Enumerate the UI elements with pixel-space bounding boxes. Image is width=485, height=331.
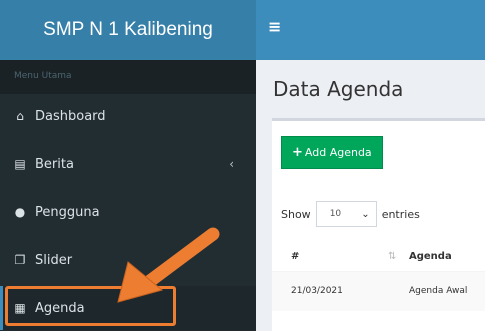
column-header-agenda[interactable]: Agenda	[409, 251, 452, 262]
entries-select[interactable]: 10 ⌄	[315, 201, 377, 227]
sidebar-item-label: Pengguna	[35, 204, 100, 220]
plus-icon: +	[292, 145, 303, 160]
entries-value: 10	[329, 209, 342, 219]
sidebar-header: Menu Utama	[0, 60, 256, 94]
chevron-left-icon: ‹	[229, 157, 234, 171]
page-title: Data Agenda	[273, 77, 404, 101]
newspaper-icon: ▤	[14, 157, 26, 171]
data-box: + Add Agenda Show 10 ⌄ entries # ⇅ Agend…	[272, 118, 485, 331]
sidebar-item-label: Slider	[35, 252, 73, 268]
content-header: Data Agenda	[256, 60, 485, 115]
app-brand[interactable]: SMP N 1 Kalibening	[0, 0, 256, 60]
add-agenda-button[interactable]: + Add Agenda	[281, 136, 383, 169]
sidebar-item-label: Berita	[35, 156, 74, 172]
cell-date: 21/03/2021	[291, 286, 343, 296]
column-header-number[interactable]: #	[291, 251, 299, 262]
sort-icon[interactable]: ⇅	[388, 251, 396, 262]
cell-agenda: Agenda Awal	[409, 286, 468, 296]
sidebar-item-berita[interactable]: ▤ Berita ‹	[0, 142, 256, 186]
highlight-annotation-box	[5, 286, 176, 326]
sidebar-item-dashboard[interactable]: ⌂ Dashboard	[0, 94, 256, 138]
chevron-down-icon: ⌄	[361, 208, 370, 220]
entries-label: entries	[381, 207, 420, 221]
sidebar-item-slider[interactable]: ❐ Slider	[0, 238, 256, 282]
top-navbar: ≡	[256, 0, 485, 60]
sidebar-item-pengguna[interactable]: ● Pengguna	[0, 190, 256, 234]
table-row: 21/03/2021 Agenda Awal	[272, 271, 485, 311]
brand-title: SMP N 1 Kalibening	[43, 19, 213, 40]
users-icon: ●	[14, 205, 26, 219]
add-agenda-label: Add Agenda	[304, 146, 372, 159]
table-header-row: # ⇅ Agenda	[272, 243, 485, 271]
hamburger-menu-icon[interactable]: ≡	[268, 17, 281, 36]
show-label: Show	[281, 207, 311, 221]
entries-control: Show 10 ⌄ entries	[281, 201, 420, 227]
sidebar-item-label: Dashboard	[35, 108, 106, 124]
clone-icon: ❐	[14, 253, 26, 267]
home-icon: ⌂	[16, 109, 24, 123]
